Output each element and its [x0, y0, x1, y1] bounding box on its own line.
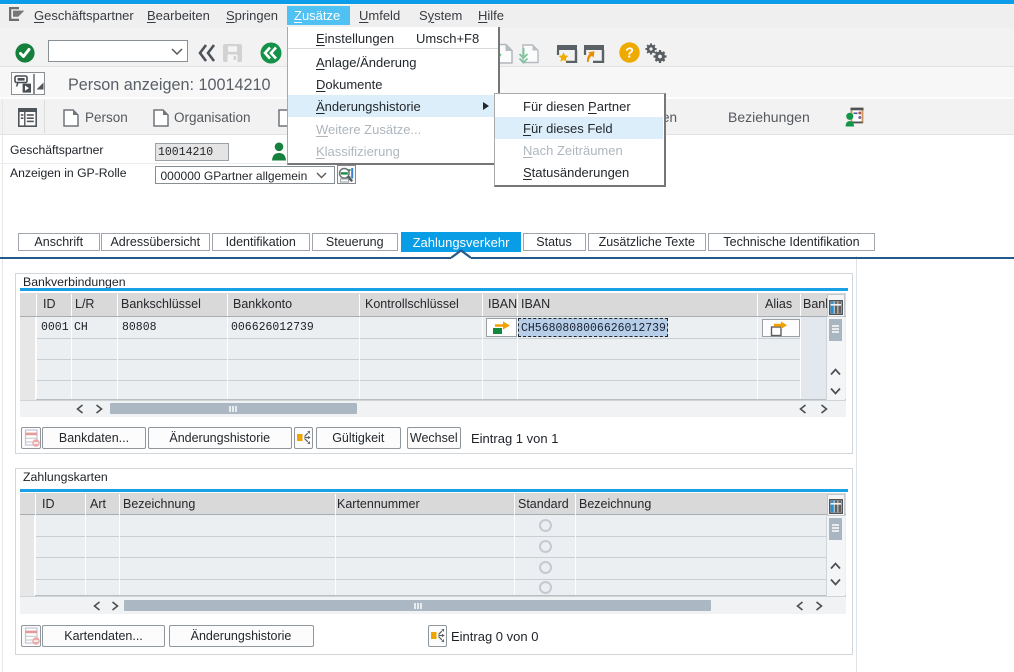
svg-text:?: ? [625, 46, 634, 62]
